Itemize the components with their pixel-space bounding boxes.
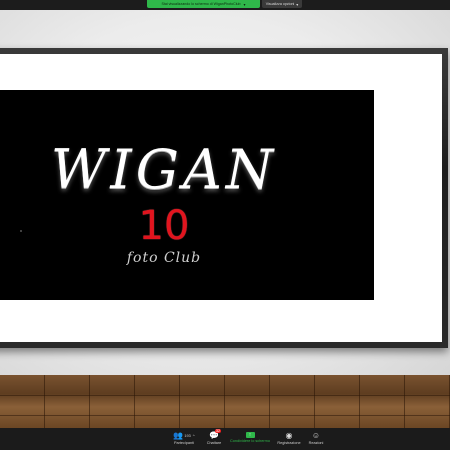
floor-board-line [0,395,450,396]
share-screen-label: Condividere lo schermo [230,439,270,443]
meeting-toolbar: 👥 193 ^ Partecipanti 💬 32 Chattare ↑ Con… [0,428,450,450]
chevron-down-icon: ▾ [243,1,246,7]
chat-unread-badge: 32 [215,429,221,433]
view-options-label: Visualizza opzioni [265,2,295,6]
share-screen-button[interactable]: ↑ Condividere lo schermo [230,431,270,449]
chevron-up-icon[interactable]: ^ [193,433,195,438]
reactions-button[interactable]: ☺ Reazioni [304,431,328,449]
logo-number: 10 [138,203,190,249]
club-logo-picture: WIGAN 10 foto Club [0,90,374,300]
screen-share-notice-text: Stai visualizzando lo schermo di WiganPh… [161,2,241,6]
record-button[interactable]: ◉ Registrazione [275,431,303,449]
decorative-dot [20,230,22,232]
chevron-down-icon: ▾ [296,1,299,7]
wooden-floor [0,375,450,428]
reactions-label: Reazioni [308,441,324,445]
participants-icon: 👥 [173,431,184,440]
chat-label: Chattare [206,441,222,445]
screen-share-notice[interactable]: Stai visualizzando lo schermo di WiganPh… [147,0,260,8]
share-screen-icon: ↑ [245,432,255,438]
picture-frame: WIGAN 10 foto Club [0,48,448,348]
top-bar: Stai visualizzando lo schermo di WiganPh… [0,0,450,10]
shared-screen: WIGAN 10 foto Club [0,10,450,428]
participants-button[interactable]: 👥 193 ^ Partecipanti [168,431,200,449]
floor-board-line [0,415,450,416]
reactions-icon: ☺ [311,431,321,440]
record-icon: ◉ [285,431,293,440]
logo-subtitle: foto Club [126,250,202,266]
participants-count: 193 [184,433,191,438]
share-arrow-icon: ↑ [248,432,252,438]
participants-top: 👥 193 ^ [173,431,194,440]
picture-mat: WIGAN 10 foto Club [0,54,442,342]
chat-button[interactable]: 💬 32 Chattare [203,429,225,449]
view-options-button[interactable]: Visualizza opzioni ▾ [262,0,302,8]
record-label: Registrazione [277,441,301,445]
chat-icon-wrap: 💬 32 [209,429,221,440]
participants-label: Partecipanti [173,441,195,445]
logo-title: WIGAN [50,138,278,201]
